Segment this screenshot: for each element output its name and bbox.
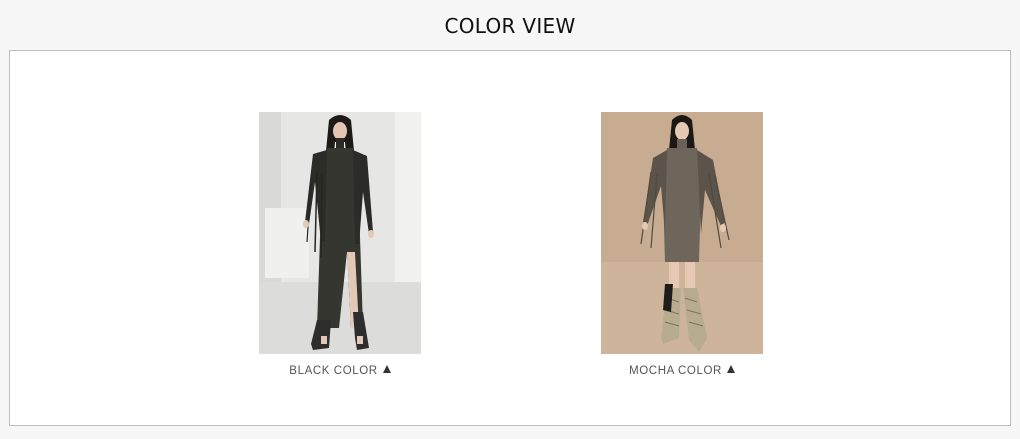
product-black[interactable]: BLACK COLOR bbox=[259, 112, 421, 378]
triangle-up-icon bbox=[726, 365, 735, 373]
model-mocha-dress-photo[interactable] bbox=[601, 112, 763, 354]
product-mocha[interactable]: MOCHA COLOR bbox=[601, 112, 763, 378]
color-view-panel: BLACK COLOR MOCHA COLOR bbox=[9, 50, 1011, 426]
caption-mocha-color[interactable]: MOCHA COLOR bbox=[601, 364, 763, 378]
caption-label: BLACK COLOR bbox=[289, 365, 378, 377]
triangle-up-icon bbox=[382, 365, 391, 373]
model-black-dress-photo[interactable] bbox=[259, 112, 421, 354]
caption-label: MOCHA COLOR bbox=[629, 365, 722, 377]
page-title: COLOR VIEW bbox=[444, 14, 576, 38]
caption-black-color[interactable]: BLACK COLOR bbox=[259, 364, 421, 378]
